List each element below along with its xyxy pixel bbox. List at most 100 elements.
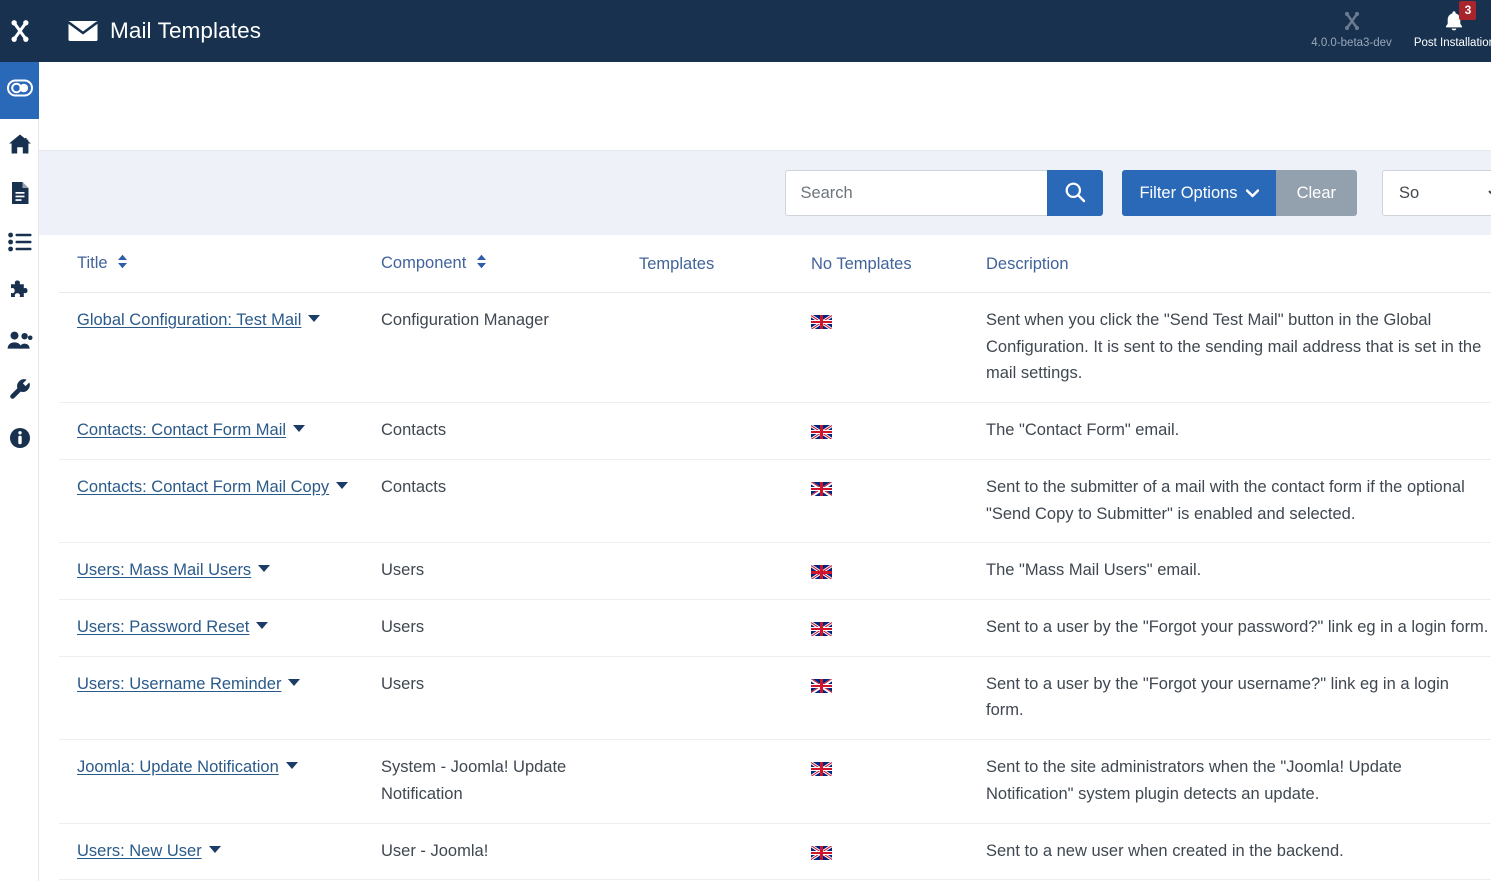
top-header: Mail Templates 4. xyxy=(0,0,1491,62)
flag-uk-icon xyxy=(811,315,832,329)
cell-templates xyxy=(639,293,811,403)
cell-component: Users xyxy=(381,600,639,657)
search-button[interactable] xyxy=(1047,170,1103,216)
joomla-logo-icon[interactable] xyxy=(0,0,39,62)
cell-templates xyxy=(639,656,811,739)
cell-templates xyxy=(639,543,811,600)
sidebar-toggle-button[interactable] xyxy=(0,62,39,119)
cell-description: The "Contact Form" email. xyxy=(986,403,1491,460)
sidebar-item-content[interactable] xyxy=(0,168,39,217)
cell-templates xyxy=(639,403,811,460)
main-content: Filter Options Clear So xyxy=(39,62,1491,881)
cell-component: User - Joomla! xyxy=(381,823,639,880)
document-icon xyxy=(10,181,30,205)
sidebar-item-help[interactable] xyxy=(0,413,39,462)
template-title-link[interactable]: Joomla: Update Notification xyxy=(77,758,279,776)
cell-title: Users: Username Reminder xyxy=(59,656,381,739)
clear-button[interactable]: Clear xyxy=(1276,170,1357,216)
flag-uk-icon xyxy=(811,762,832,776)
templates-table-container: Title Component xyxy=(39,235,1491,880)
table-head: Title Component xyxy=(59,235,1491,293)
column-header-component-label: Component xyxy=(381,254,466,272)
template-title-link[interactable]: Users: Mass Mail Users xyxy=(77,561,251,579)
sort-icon xyxy=(117,254,128,274)
cell-templates xyxy=(639,823,811,880)
joomla-logo-icon xyxy=(1340,7,1364,34)
column-header-description: Description xyxy=(986,235,1491,293)
cell-title: Users: Password Reset xyxy=(59,600,381,657)
row-actions-caret-icon[interactable] xyxy=(336,482,348,489)
table-row: Contacts: Contact Form Mail Contacts The "… xyxy=(59,403,1491,460)
cell-description: Sent to a user by the "Forgot your usern… xyxy=(986,656,1491,739)
flag-uk-icon xyxy=(811,622,832,636)
toggle-icon xyxy=(7,79,33,102)
sidebar-item-system[interactable] xyxy=(0,364,39,413)
envelope-icon xyxy=(68,20,98,42)
table-header-row: Title Component xyxy=(59,235,1491,293)
cell-no-templates xyxy=(811,600,986,657)
cell-title: Contacts: Contact Form Mail Copy xyxy=(59,459,381,542)
sort-select[interactable]: So xyxy=(1382,170,1491,216)
filter-options-button[interactable]: Filter Options xyxy=(1122,170,1275,216)
table-row: Users: New UserUser - Joomla!Sent to a n… xyxy=(59,823,1491,880)
cell-component: Contacts xyxy=(381,403,639,460)
notification-badge: 3 xyxy=(1459,1,1476,20)
row-actions-caret-icon[interactable] xyxy=(286,762,298,769)
filter-options-label: Filter Options xyxy=(1139,184,1237,203)
template-title-link[interactable]: Global Configuration: Test Mail xyxy=(77,311,301,329)
post-installation-label: Post Installation xyxy=(1414,37,1491,49)
table-row: Users: Username ReminderUsersSent to a u… xyxy=(59,656,1491,739)
users-icon xyxy=(7,330,33,350)
flag-uk-icon xyxy=(811,846,832,860)
table-row: Global Configuration: Test MailConfigura… xyxy=(59,293,1491,403)
search-input[interactable] xyxy=(785,170,1047,216)
template-title-link[interactable]: Users: Username Reminder xyxy=(77,675,281,693)
row-actions-caret-icon[interactable] xyxy=(293,425,305,432)
version-indicator[interactable]: 4.0.0-beta3-dev xyxy=(1311,0,1392,49)
cell-no-templates xyxy=(811,823,986,880)
flag-uk-icon xyxy=(811,482,832,496)
wrench-icon xyxy=(8,377,32,401)
row-actions-caret-icon[interactable] xyxy=(256,622,268,629)
cell-component: Users xyxy=(381,543,639,600)
cell-description: Sent to a user by the "Forgot your passw… xyxy=(986,600,1491,657)
sidebar-item-menus[interactable] xyxy=(0,217,39,266)
cell-component: Contacts xyxy=(381,459,639,542)
template-title-link[interactable]: Contacts: Contact Form Mail Copy xyxy=(77,478,329,496)
cell-title: Users: Mass Mail Users xyxy=(59,543,381,600)
page-title: Mail Templates xyxy=(110,20,261,43)
search-group xyxy=(785,170,1103,216)
row-actions-caret-icon[interactable] xyxy=(308,315,320,322)
cell-description: The "Mass Mail Users" email. xyxy=(986,543,1491,600)
post-installation-messages[interactable]: 3 Post Installation xyxy=(1414,0,1491,49)
mail-templates-table: Title Component xyxy=(59,235,1491,880)
row-actions-caret-icon[interactable] xyxy=(258,565,270,572)
cell-templates xyxy=(639,600,811,657)
column-header-no-templates: No Templates xyxy=(811,235,986,293)
sidebar-item-home[interactable] xyxy=(0,119,39,168)
flag-uk-icon xyxy=(811,425,832,439)
column-header-title[interactable]: Title xyxy=(59,235,381,293)
template-title-link[interactable]: Users: New User xyxy=(77,842,202,860)
cell-title: Users: New User xyxy=(59,823,381,880)
cell-title: Global Configuration: Test Mail xyxy=(59,293,381,403)
row-actions-caret-icon[interactable] xyxy=(288,679,300,686)
mail-templates-page: Mail Templates 4. xyxy=(0,0,1491,881)
row-actions-caret-icon[interactable] xyxy=(209,846,221,853)
cell-templates xyxy=(639,459,811,542)
cell-no-templates xyxy=(811,543,986,600)
cell-title: Contacts: Contact Form Mail xyxy=(59,403,381,460)
cell-no-templates xyxy=(811,740,986,823)
info-icon xyxy=(9,427,31,449)
cell-component: System - Joomla! Update Notification xyxy=(381,740,639,823)
sidebar-item-users[interactable] xyxy=(0,315,39,364)
search-icon xyxy=(1064,181,1086,206)
page-title-group: Mail Templates xyxy=(68,20,261,43)
column-header-component[interactable]: Component xyxy=(381,235,639,293)
template-title-link[interactable]: Users: Password Reset xyxy=(77,618,249,636)
sidebar-item-components[interactable] xyxy=(0,266,39,315)
template-title-link[interactable]: Contacts: Contact Form Mail xyxy=(77,421,286,439)
flag-uk-icon xyxy=(811,565,832,579)
column-header-title-label: Title xyxy=(77,254,108,272)
toolbar-area xyxy=(39,62,1491,150)
